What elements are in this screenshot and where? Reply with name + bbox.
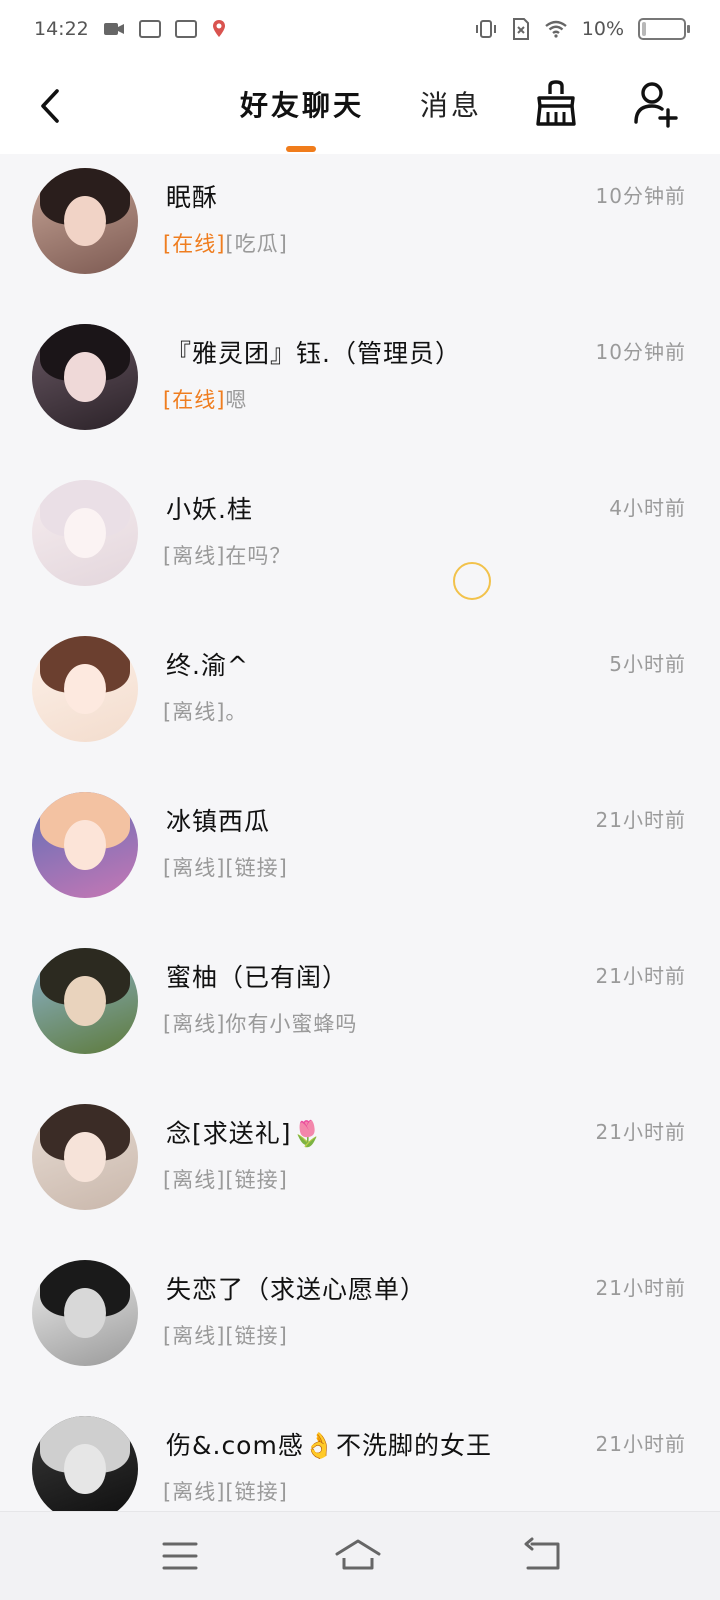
last-message: 在吗？ (225, 544, 292, 568)
chat-row[interactable]: 终.渝^ 5小时前 [离线]。 (0, 622, 720, 778)
app-icon (138, 20, 161, 38)
chat-row[interactable]: 小妖.桂 4小时前 [离线]在吗？ (0, 466, 720, 622)
avatar[interactable] (32, 168, 138, 274)
message-preview: [离线][链接] (163, 1164, 288, 1194)
message-time: 21小时前 (595, 1120, 686, 1144)
message-preview: [在线][吃瓜] (163, 228, 288, 258)
message-time: 4小时前 (609, 496, 686, 520)
message-preview: [离线]你有小蜜蜂吗 (163, 1008, 357, 1038)
add-user-icon (634, 82, 678, 128)
chat-row[interactable]: 蜜柚（已有闺） 21小时前 [离线]你有小蜜蜂吗 (0, 934, 720, 1090)
status-right: 10% (474, 18, 690, 40)
active-tab-indicator (286, 146, 316, 152)
home-button[interactable] (335, 1536, 381, 1576)
offline-status: [离线] (163, 544, 226, 568)
message-time: 21小时前 (595, 808, 686, 832)
last-message: 。 (225, 700, 248, 724)
vivo-icon (174, 20, 197, 38)
battery-icon (638, 18, 690, 40)
avatar[interactable] (32, 948, 138, 1054)
avatar[interactable] (32, 1416, 138, 1522)
avatar[interactable] (32, 792, 138, 898)
message-preview: [离线][链接] (163, 852, 288, 882)
back-button[interactable] (30, 84, 70, 128)
contact-name: 眠酥 (166, 183, 219, 212)
message-preview: [在线]嗯 (163, 384, 247, 414)
vibrate-icon (475, 20, 496, 38)
contact-name: 『雅灵团』钰.（管理员） (166, 339, 461, 368)
last-message: 你有小蜜蜂吗 (225, 1012, 358, 1036)
last-message: 嗯 (225, 388, 248, 412)
chevron-left-icon (41, 89, 59, 123)
message-time: 5小时前 (609, 652, 686, 676)
back-nav-button[interactable] (522, 1536, 568, 1576)
status-bar: 14:22 10% (0, 0, 720, 58)
message-preview: [离线]在吗？ (163, 540, 291, 570)
chat-row[interactable]: 『雅灵团』钰.（管理员） 10分钟前 [在线]嗯 (0, 310, 720, 466)
offline-status: [离线] (163, 700, 226, 724)
top-header: 好友聊天 消息 (0, 58, 720, 154)
chat-list: 眠酥 10分钟前 [在线][吃瓜] 『雅灵团』钰.（管理员） 10分钟前 [在线… (0, 154, 720, 1558)
message-time: 21小时前 (595, 1432, 686, 1456)
message-time: 10分钟前 (595, 340, 686, 364)
system-nav-bar (0, 1511, 720, 1600)
chat-row[interactable]: 念[求送礼]🌷 21小时前 [离线][链接] (0, 1090, 720, 1246)
last-message: [链接] (225, 1324, 288, 1348)
contact-name: 蜜柚（已有闺） (166, 963, 349, 992)
chat-row[interactable]: 眠酥 10分钟前 [在线][吃瓜] (0, 154, 720, 310)
offline-status: [离线] (163, 1168, 226, 1192)
contact-name: 冰镇西瓜 (166, 807, 271, 836)
clean-button[interactable] (532, 78, 580, 130)
offline-status: [离线] (163, 1324, 226, 1348)
status-left: 14:22 (34, 18, 227, 40)
chat-row[interactable]: 失恋了（求送心愿单） 21小时前 [离线][链接] (0, 1246, 720, 1402)
avatar[interactable] (32, 636, 138, 742)
no-sim-icon (512, 18, 529, 40)
offline-status: [离线] (163, 1012, 226, 1036)
contact-name: 小妖.桂 (166, 495, 253, 524)
broom-icon (536, 80, 576, 126)
contact-name: 终.渝^ (166, 651, 249, 680)
contact-name: 失恋了（求送心愿单） (166, 1275, 427, 1304)
wifi-icon (545, 20, 567, 38)
offline-status: [离线] (163, 1480, 226, 1504)
message-preview: [离线][链接] (163, 1476, 288, 1506)
last-message: [吃瓜] (225, 232, 288, 256)
message-preview: [离线]。 (163, 696, 247, 726)
last-message: [链接] (225, 856, 288, 880)
contact-name: 伤&.com感👌不洗脚的女王 (166, 1431, 492, 1460)
last-message: [链接] (225, 1480, 288, 1504)
recent-apps-button[interactable] (158, 1536, 204, 1576)
chat-row[interactable]: 冰镇西瓜 21小时前 [离线][链接] (0, 778, 720, 934)
avatar[interactable] (32, 324, 138, 430)
avatar[interactable] (32, 1260, 138, 1366)
back-icon (524, 1537, 560, 1570)
avatar[interactable] (32, 480, 138, 586)
offline-status: [离线] (163, 856, 226, 880)
message-preview: [离线][链接] (163, 1320, 288, 1350)
home-icon (335, 1539, 381, 1570)
menu-icon (162, 1542, 198, 1570)
message-time: 21小时前 (595, 1276, 686, 1300)
avatar[interactable] (32, 1104, 138, 1210)
last-message: [链接] (225, 1168, 288, 1192)
battery-percent: 10% (581, 18, 624, 40)
online-status: [在线] (163, 388, 226, 412)
clock: 14:22 (34, 18, 89, 40)
touch-indicator (453, 562, 491, 600)
add-friend-button[interactable] (632, 78, 680, 130)
video-icon (103, 23, 124, 35)
contact-name: 念[求送礼]🌷 (166, 1119, 324, 1148)
message-time: 21小时前 (595, 964, 686, 988)
location-icon (212, 20, 225, 37)
tab-messages[interactable]: 消息 (420, 84, 482, 124)
online-status: [在线] (163, 232, 226, 256)
message-time: 10分钟前 (595, 184, 686, 208)
tab-friends-chat[interactable]: 好友聊天 (240, 84, 364, 124)
